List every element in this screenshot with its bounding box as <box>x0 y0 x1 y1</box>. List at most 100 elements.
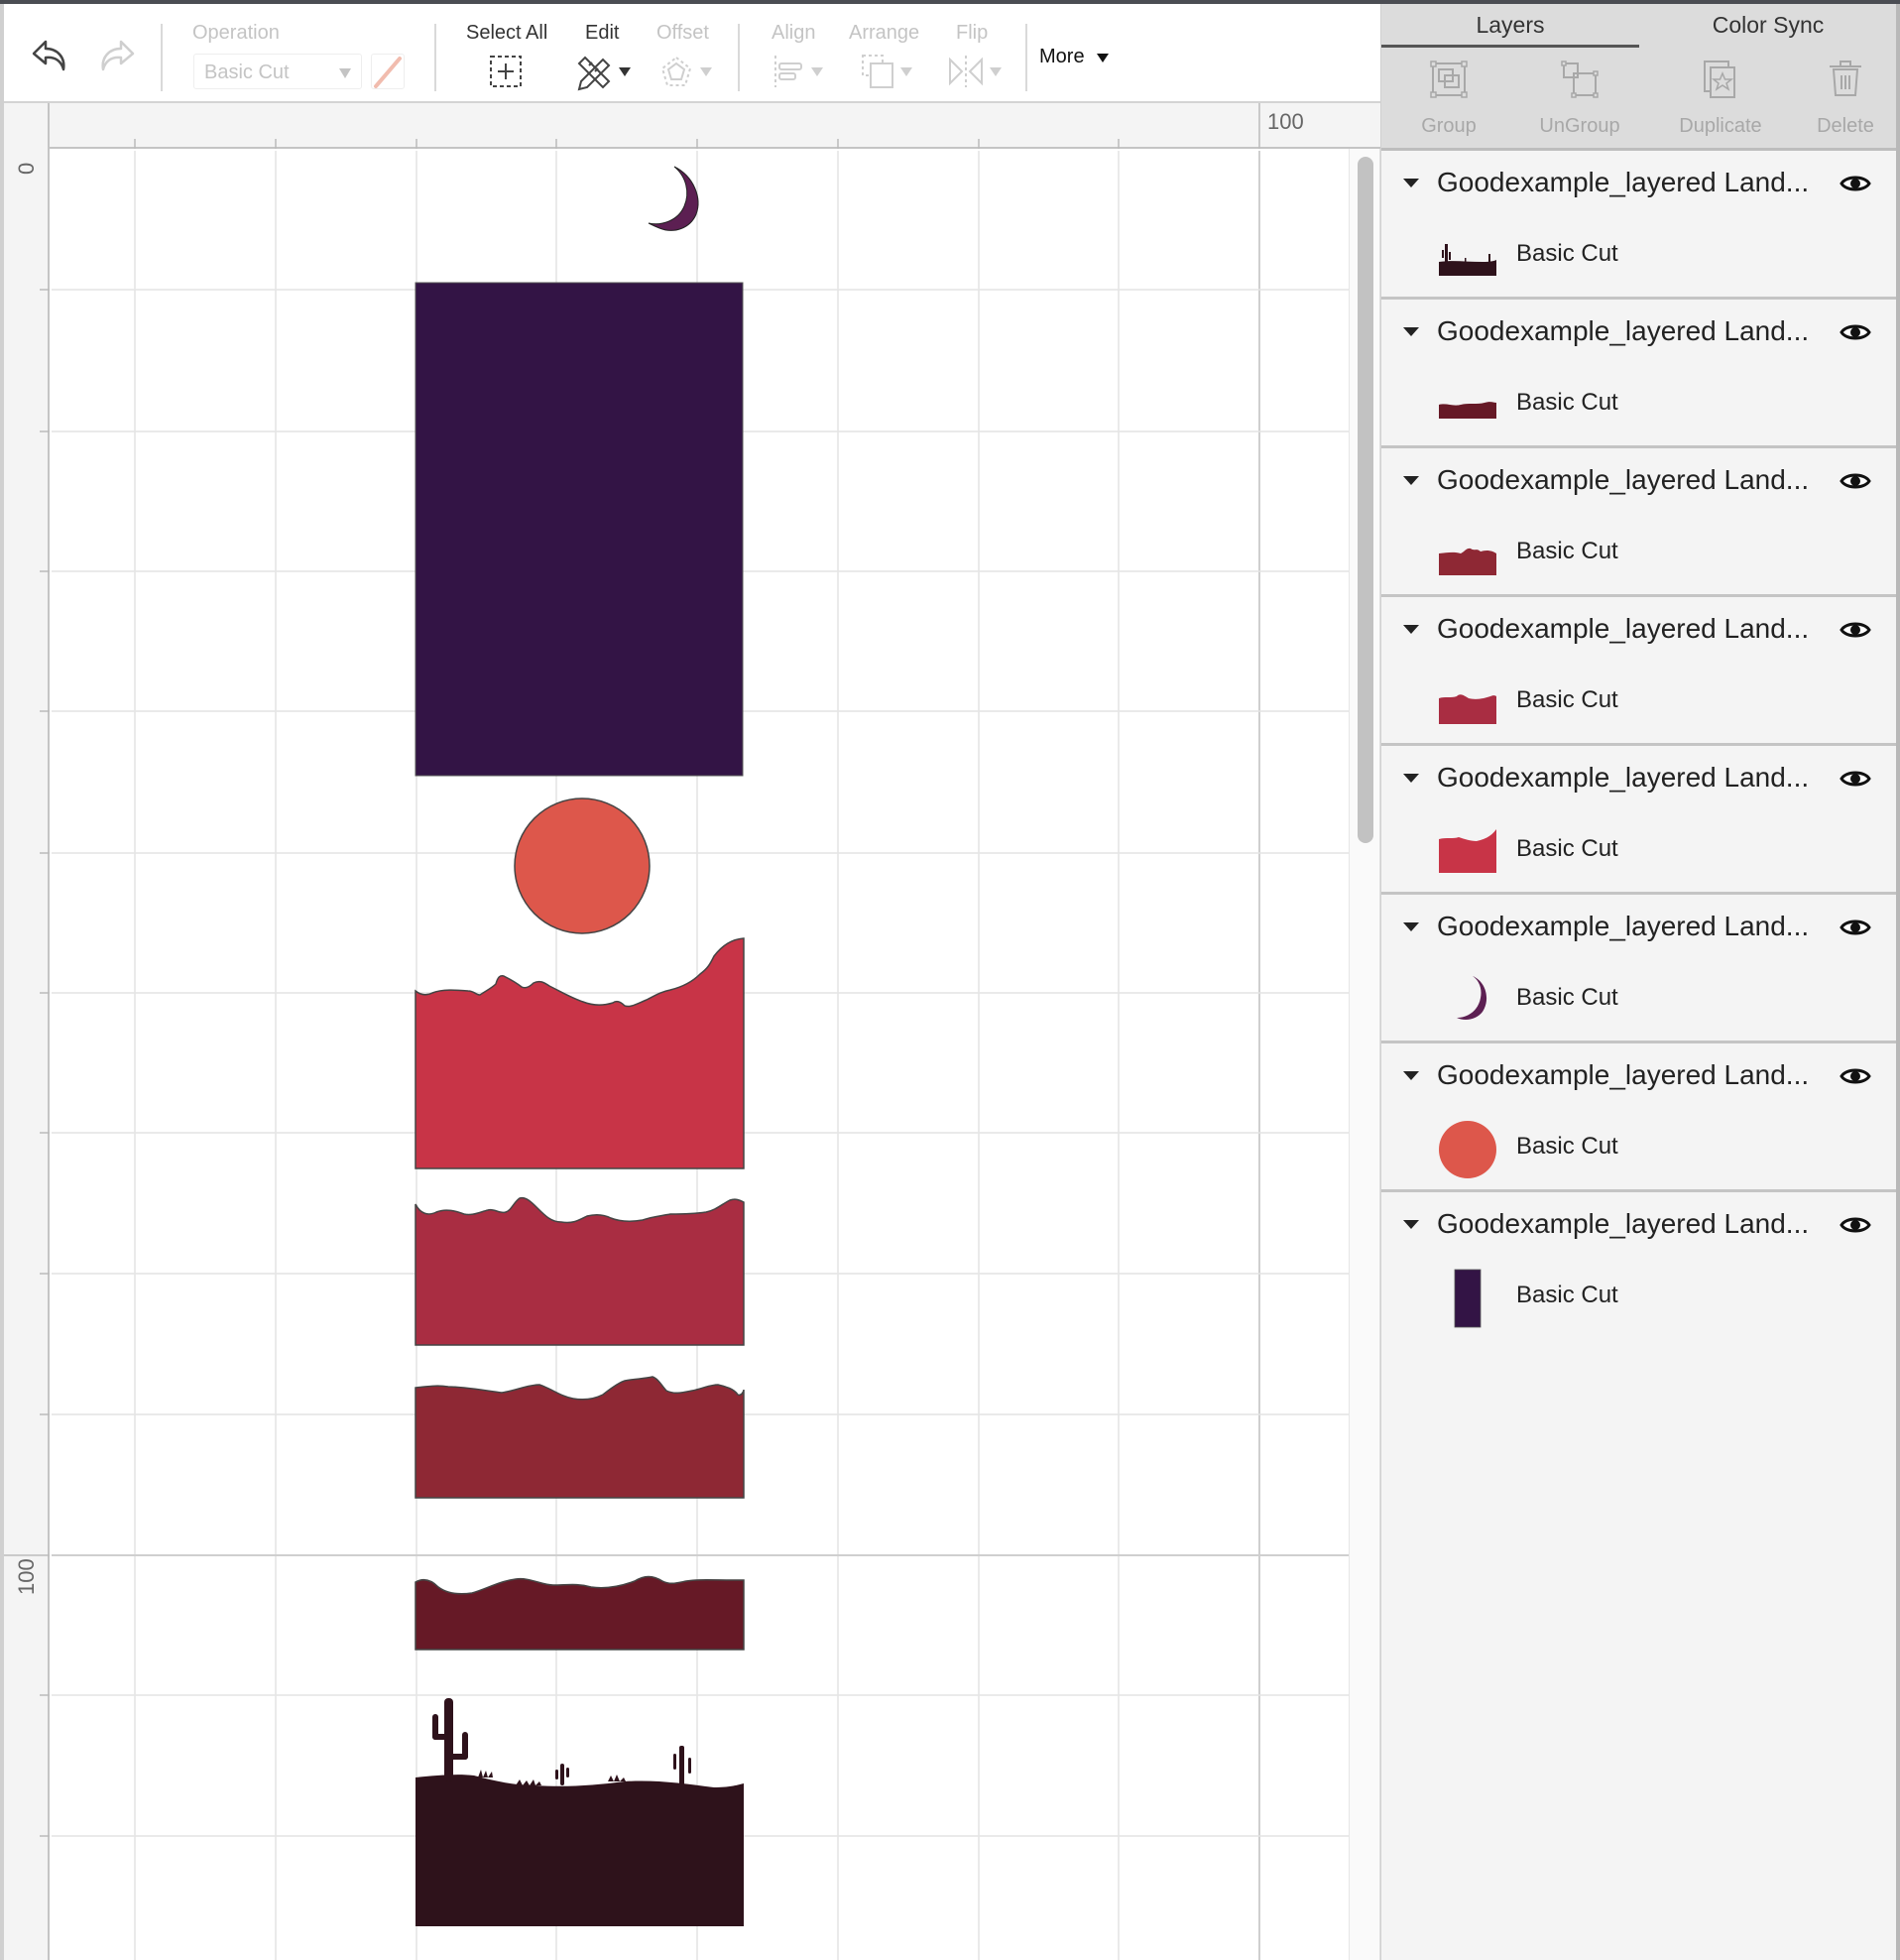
layer-thumbnail <box>1437 970 1498 1032</box>
layer-group-name: Goodexample_layered Land... <box>1437 167 1809 198</box>
hills-front-shape[interactable] <box>416 938 744 1168</box>
cactus-ground-shape[interactable] <box>416 1698 744 1926</box>
material-color-swatch[interactable] <box>371 54 405 89</box>
layer-group-header[interactable]: Goodexample_layered Land... <box>1381 1043 1897 1109</box>
arrange-layers-icon <box>859 52 898 91</box>
offset-button[interactable] <box>658 54 718 89</box>
collapse-caret-icon[interactable] <box>1403 625 1419 634</box>
undo-button[interactable] <box>30 34 73 77</box>
collapse-caret-icon[interactable] <box>1403 327 1419 336</box>
toolbar-divider <box>434 24 436 91</box>
layer-group-row: Goodexample_layered Land... Basic Cut <box>1381 895 1897 1043</box>
group-label: Group <box>1401 115 1496 138</box>
hills-smooth-shape[interactable] <box>416 1577 744 1651</box>
layer-group-header[interactable]: Goodexample_layered Land... <box>1381 597 1897 663</box>
duplicate-label: Duplicate <box>1657 115 1784 138</box>
align-label: Align <box>772 22 815 45</box>
chevron-down-icon <box>700 67 712 76</box>
layer-group-header[interactable]: Goodexample_layered Land... <box>1381 448 1897 514</box>
layer-group-header[interactable]: Goodexample_layered Land... <box>1381 746 1897 811</box>
eye-visibility-icon[interactable] <box>1840 321 1871 343</box>
design-space-app: Operation Basic Cut Select All Edit Offs… <box>0 0 1900 1960</box>
arrange-label: Arrange <box>849 22 919 45</box>
sun-circle[interactable] <box>515 798 650 933</box>
operation-select-value: Basic Cut <box>204 61 290 84</box>
edit-toolbar: Operation Basic Cut Select All Edit Offs… <box>4 4 1380 103</box>
collapse-caret-icon[interactable] <box>1403 774 1419 783</box>
moon-shape[interactable] <box>649 167 698 230</box>
duplicate-button[interactable]: Duplicate <box>1657 48 1784 151</box>
operation-select[interactable]: Basic Cut <box>193 54 362 89</box>
collapse-caret-icon[interactable] <box>1403 1071 1419 1080</box>
hills-rocky-shape[interactable] <box>416 1377 744 1498</box>
eye-visibility-icon[interactable] <box>1840 768 1871 790</box>
operation-label: Operation <box>192 22 280 45</box>
layer-group-header[interactable]: Goodexample_layered Land... <box>1381 1192 1897 1258</box>
arrange-button[interactable] <box>859 52 918 91</box>
layer-item[interactable]: Basic Cut <box>1381 365 1897 448</box>
eye-visibility-icon[interactable] <box>1840 1065 1871 1087</box>
eye-visibility-icon[interactable] <box>1840 173 1871 194</box>
collapse-caret-icon[interactable] <box>1403 922 1419 931</box>
layer-group-name: Goodexample_layered Land... <box>1437 762 1809 794</box>
canvas-vertical-scrollbar[interactable] <box>1349 149 1380 1960</box>
select-all-icon <box>488 54 524 89</box>
chevron-down-icon <box>811 67 823 76</box>
layer-item[interactable]: Basic Cut <box>1381 1258 1897 1341</box>
layer-item[interactable]: Basic Cut <box>1381 960 1897 1043</box>
tab-layers[interactable]: Layers <box>1381 4 1639 48</box>
trash-icon <box>1826 60 1865 99</box>
redo-arrow-icon <box>93 34 137 77</box>
layer-item[interactable]: Basic Cut <box>1381 514 1897 597</box>
layer-item[interactable]: Basic Cut <box>1381 811 1897 895</box>
chevron-down-icon <box>900 67 912 76</box>
duplicate-icon <box>1701 60 1740 99</box>
layer-group-header[interactable]: Goodexample_layered Land... <box>1381 151 1897 216</box>
layer-item[interactable]: Basic Cut <box>1381 663 1897 746</box>
collapse-caret-icon[interactable] <box>1403 476 1419 485</box>
align-button[interactable] <box>772 54 831 89</box>
eye-visibility-icon[interactable] <box>1840 470 1871 492</box>
flip-button[interactable] <box>946 54 1006 89</box>
collapse-caret-icon[interactable] <box>1403 1220 1419 1229</box>
select-all-button[interactable] <box>488 54 524 89</box>
edit-button[interactable] <box>575 52 635 91</box>
layer-item[interactable]: Basic Cut <box>1381 216 1897 300</box>
horizontal-ruler: 100 <box>4 103 1380 149</box>
collapse-caret-icon[interactable] <box>1403 179 1419 187</box>
layer-thumbnail <box>1437 524 1498 585</box>
eye-visibility-icon[interactable] <box>1840 917 1871 938</box>
sky-rectangle[interactable] <box>416 283 743 776</box>
layer-group-name: Goodexample_layered Land... <box>1437 613 1809 645</box>
layer-group-row: Goodexample_layered Land... Basic Cut <box>1381 1043 1897 1192</box>
layer-operation: Basic Cut <box>1516 389 1618 417</box>
hills-mid-shape[interactable] <box>416 1198 744 1345</box>
canvas-artwork <box>52 151 1349 1960</box>
ruler-label-100: 100 <box>1267 109 1304 135</box>
layer-actions-toolbar: Group UnGroup Duplicate Delete <box>1381 48 1897 151</box>
toolbar-divider <box>738 24 740 91</box>
undo-arrow-icon <box>30 34 73 77</box>
layer-thumbnail <box>1437 226 1498 288</box>
group-button[interactable]: Group <box>1401 48 1496 151</box>
layer-operation: Basic Cut <box>1516 1282 1618 1309</box>
flip-label: Flip <box>956 22 988 45</box>
layer-thumbnail <box>1437 375 1498 436</box>
layer-group-header[interactable]: Goodexample_layered Land... <box>1381 300 1897 365</box>
tab-color-sync[interactable]: Color Sync <box>1639 4 1897 48</box>
chevron-down-icon <box>990 67 1002 76</box>
layer-thumbnail <box>1437 1119 1498 1180</box>
layer-group-row: Goodexample_layered Land... Basic Cut <box>1381 1192 1897 1341</box>
eye-visibility-icon[interactable] <box>1840 619 1871 641</box>
layer-item[interactable]: Basic Cut <box>1381 1109 1897 1192</box>
select-all-label: Select All <box>466 22 547 45</box>
redo-button[interactable] <box>93 34 137 77</box>
scrollbar-thumb[interactable] <box>1358 157 1373 843</box>
more-menu-button[interactable]: More <box>1039 44 1119 73</box>
design-canvas[interactable] <box>52 151 1349 1960</box>
eye-visibility-icon[interactable] <box>1840 1214 1871 1236</box>
delete-button[interactable]: Delete <box>1798 48 1893 151</box>
ungroup-button[interactable]: UnGroup <box>1520 48 1639 151</box>
layer-group-header[interactable]: Goodexample_layered Land... <box>1381 895 1897 960</box>
horizontal-ruler-ticks <box>4 103 1380 149</box>
